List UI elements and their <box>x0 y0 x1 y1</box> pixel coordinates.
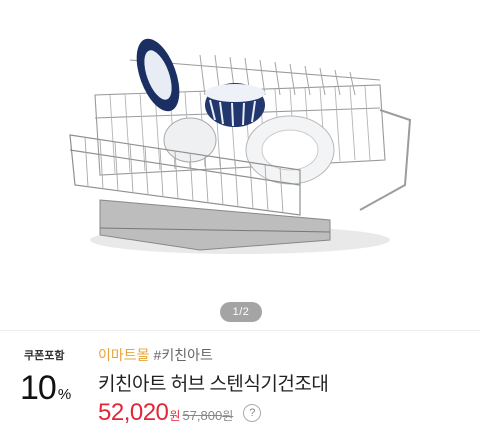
product-info: 쿠폰포함 10% 이마트몰 #키친아트 키친아트 허브 스텐식기건조대 52,02… <box>0 331 480 445</box>
product-image-carousel[interactable]: 1/2 <box>0 0 480 330</box>
discount-unit: % <box>57 386 72 403</box>
brand-link[interactable]: 이마트몰 <box>98 347 150 363</box>
coupon-included-label: 쿠폰포함 <box>24 350 65 362</box>
product-title: 키친아트 허브 스텐식기건조대 <box>98 374 329 395</box>
discount-value: 10 <box>20 369 57 407</box>
discount-rate: 10% <box>20 369 71 408</box>
product-detail-page: 1/2 쿠폰포함 10% 이마트몰 #키친아트 키친아트 허브 스텐식기건조대 5… <box>0 0 480 445</box>
image-pager-indicator: 1/2 <box>220 302 262 322</box>
dish-rack-icon <box>69 38 412 254</box>
original-price-unit: 원 <box>222 409 234 423</box>
price-row: 52,020원 57,800원? <box>98 399 262 427</box>
brand-tag-link[interactable]: #키친아트 <box>154 347 213 363</box>
brand-row: 이마트몰 #키친아트 <box>98 345 213 365</box>
sale-price-unit: 원 <box>169 409 181 423</box>
question-icon[interactable]: ? <box>243 403 262 422</box>
original-price: 57,800 <box>182 408 223 423</box>
sale-price: 52,020 <box>98 399 169 426</box>
